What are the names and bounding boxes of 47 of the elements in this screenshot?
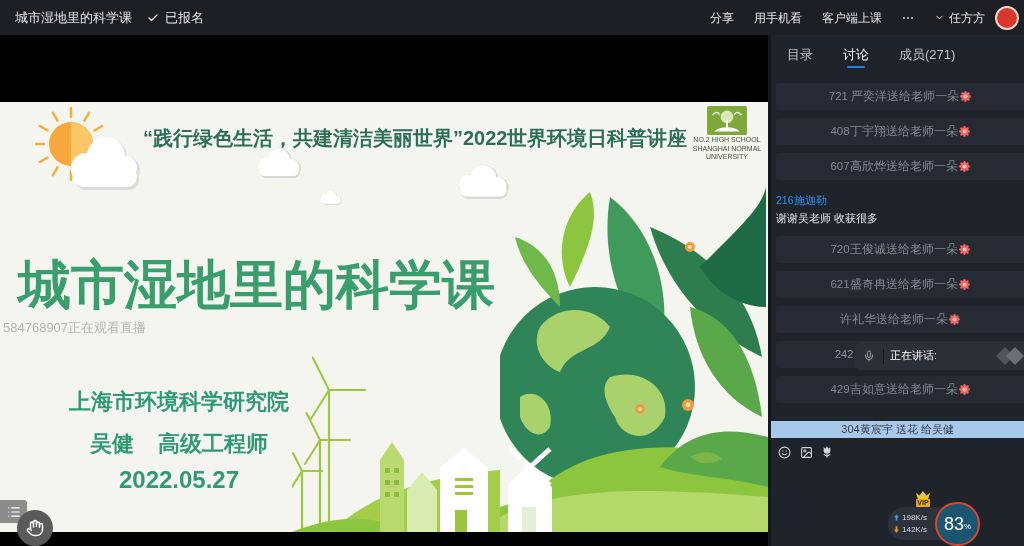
chat-message-text: 谢谢吴老师 收获很多 bbox=[776, 211, 878, 226]
speaker-title: 高级工程师 bbox=[158, 430, 268, 458]
chat-sender: 216施迦勒 bbox=[776, 193, 827, 208]
toolbar-link[interactable]: 用手机看 bbox=[744, 5, 812, 30]
raise-hand-button[interactable] bbox=[17, 510, 53, 546]
microphone-icon bbox=[863, 350, 875, 362]
list-icon bbox=[6, 504, 21, 519]
panel-tab[interactable]: 成员(271) bbox=[899, 35, 956, 75]
gift-message-text: 许礼华送给老师一朵 bbox=[840, 311, 948, 327]
lecture-series-title: “践行绿色生活，共建清洁美丽世界”2022世界环境日科普讲座 bbox=[143, 126, 688, 150]
toolbar-link[interactable]: ⋯ bbox=[892, 5, 924, 30]
speaker-name: 吴健 bbox=[90, 430, 134, 458]
download-arrow-icon bbox=[894, 526, 899, 533]
viewer-notice: 584768907正在观看直播 bbox=[3, 320, 147, 336]
panel-tab[interactable]: 目录 bbox=[787, 35, 813, 75]
gift-message-text: 429吉如意送给老师一朵 bbox=[830, 381, 958, 397]
cloud-icon bbox=[318, 190, 342, 205]
upload-arrow-icon bbox=[894, 514, 899, 521]
performance-unit: % bbox=[963, 521, 972, 532]
gift-banner: 304黄宸宇 送花 给吴健 bbox=[771, 421, 1024, 438]
gift-message-text: 721 严奕洋送给老师一朵 bbox=[828, 88, 960, 104]
hand-icon bbox=[26, 519, 44, 537]
course-title: 城市湿地里的科学课 bbox=[15, 8, 132, 27]
school-logo-icon bbox=[707, 106, 747, 135]
enrollment-status: 已报名 bbox=[165, 8, 204, 27]
gift-message-text: 242 bbox=[835, 347, 854, 363]
image-icon[interactable] bbox=[800, 445, 813, 459]
institute-name: 上海市环境科学研究院 bbox=[69, 388, 289, 416]
panel-tab[interactable]: 讨论 bbox=[843, 35, 869, 75]
speaking-label: 正在讲话: bbox=[890, 348, 937, 364]
crown-icon bbox=[916, 491, 930, 499]
gift-message-text: 408丁宇翔送给老师一朵 bbox=[830, 123, 958, 139]
tulip-icon[interactable] bbox=[822, 446, 832, 458]
slide-title: 城市湿地里的科学课 bbox=[18, 255, 495, 315]
gift-message-text: 720王俊诚送给老师一朵 bbox=[830, 241, 958, 257]
user-avatar[interactable] bbox=[995, 5, 1019, 30]
download-speed: 142K/s bbox=[902, 524, 927, 535]
diamond-shapes-icon bbox=[996, 347, 1024, 365]
upload-speed: 198K/s bbox=[902, 512, 927, 523]
user-menu[interactable]: 任方方 bbox=[934, 5, 985, 30]
gift-message-text: 621盛奇冉送给老师一朵 bbox=[830, 276, 958, 292]
toolbar-link[interactable]: 分享 bbox=[700, 5, 744, 30]
performance-value: 83 bbox=[943, 514, 964, 534]
toolbar-link[interactable]: 客户端上课 bbox=[812, 5, 892, 30]
gift-message-text: 607高欣烨送给老师一朵 bbox=[830, 158, 958, 174]
emoji-icon[interactable] bbox=[778, 445, 791, 459]
lecture-date: 2022.05.27 bbox=[118, 466, 240, 494]
